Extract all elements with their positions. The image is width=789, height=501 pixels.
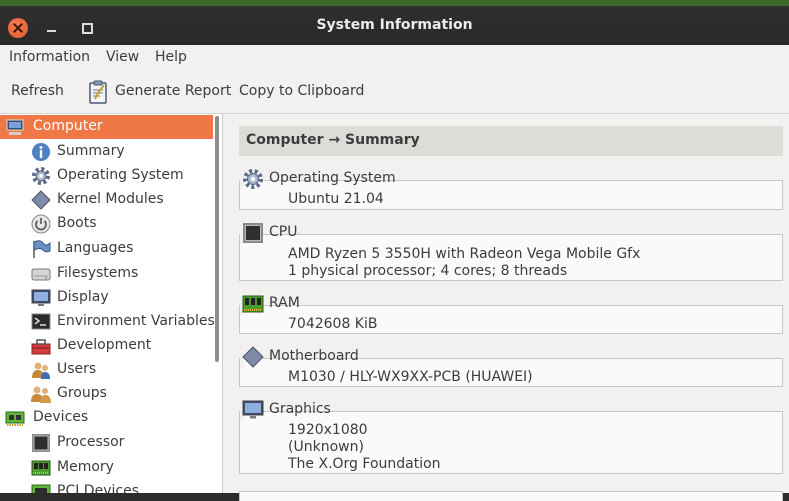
menu-help[interactable]: Help [155, 49, 187, 65]
sidebar-item-kernel-modules[interactable]: Kernel Modules [0, 188, 213, 212]
content-panel: Computer → Summary Operating System Ubun… [223, 114, 789, 501]
sidebar-item-groups[interactable]: Groups [0, 382, 213, 406]
sidebar-item-filesystems[interactable]: Filesystems [0, 262, 213, 286]
generate-report-button[interactable]: Generate Report [115, 83, 231, 99]
pci-icon [31, 484, 51, 493]
report-icon[interactable] [88, 80, 108, 104]
breadcrumb: Computer → Summary [239, 126, 783, 156]
window-titlebar: System Information [0, 0, 789, 45]
section-value: AMD Ryzen 5 3550H with Radeon Vega Mobil… [288, 246, 641, 262]
sidebar-item-label: Summary [57, 143, 125, 159]
toolbox-icon [31, 339, 51, 355]
monitor-icon [31, 289, 51, 306]
breadcrumb-text: Computer → Summary [246, 132, 420, 148]
sidebar-item-label: Users [57, 361, 97, 377]
sidebar-item-label: Processor [57, 434, 125, 450]
sidebar-item-pci-devices[interactable]: PCI Devices [0, 480, 213, 493]
users-icon [32, 362, 50, 379]
sidebar-item-label: Languages [57, 240, 134, 256]
sidebar-item-development[interactable]: Development [0, 334, 213, 358]
sidebar-item-summary[interactable]: Summary [0, 140, 213, 164]
computer-icon [6, 119, 24, 135]
section-value: 1 physical processor; 4 cores; 8 threads [288, 263, 568, 279]
flag-icon [33, 240, 51, 258]
sidebar-item-languages[interactable]: Languages [0, 237, 213, 261]
window-title: System Information [316, 17, 473, 33]
section-title: Graphics [269, 401, 331, 417]
sidebar-item-label: Filesystems [57, 265, 139, 281]
drive-icon [31, 268, 51, 281]
info-icon [32, 143, 50, 161]
menu-view[interactable]: View [106, 49, 139, 65]
sidebar-item-memory[interactable]: Memory [0, 456, 213, 480]
sidebar-item-label: Devices [33, 409, 89, 425]
sidebar-item-label: Kernel Modules [57, 191, 164, 207]
section-value: The X.Org Foundation [288, 456, 441, 472]
copy-to-clipboard-button[interactable]: Copy to Clipboard [239, 83, 364, 99]
monitor-icon [242, 400, 264, 419]
power-icon [31, 214, 51, 234]
section-title: CPU [269, 224, 298, 240]
chip-icon [32, 434, 50, 452]
sidebar-item-label: Memory [57, 459, 114, 475]
sidebar-item-label: Groups [57, 385, 107, 401]
terminal-icon [31, 313, 51, 330]
section-header-ram: RAM [240, 293, 300, 315]
sidebar-item-display[interactable]: Display [0, 286, 213, 310]
sidebar-item-label: Development [57, 337, 152, 353]
sidebar-item-operating-system[interactable]: Operating System [0, 164, 213, 188]
section-value: 1920x1080 [288, 422, 368, 438]
sidebar-item-processor[interactable]: Processor [0, 431, 213, 455]
sidebar-tree: Computer Summary Operating System Kernel… [0, 114, 223, 493]
sidebar-scrollbar[interactable] [215, 116, 219, 362]
sidebar-item-label: Display [57, 289, 109, 305]
menubar: Information View Help [0, 45, 789, 72]
sidebar-item-label: Operating System [57, 167, 184, 183]
section-value: M1030 / HLY-WX9XX-PCB (HUAWEI) [288, 369, 533, 385]
section-header-operating-system: Operating System [240, 168, 396, 190]
sidebar-item-label: Environment Variables [57, 313, 215, 329]
sidebar-item-users[interactable]: Users [0, 358, 213, 382]
section-header-cpu: CPU [240, 222, 297, 244]
diamond-icon [242, 346, 264, 368]
ram-icon [31, 460, 51, 476]
toolbar: Refresh Generate Report Copy to Clipboar… [0, 72, 789, 114]
section-title: Motherboard [269, 348, 359, 364]
section-header-motherboard: Motherboard [240, 346, 359, 368]
groups-icon [31, 386, 51, 403]
section-value: (Unknown) [288, 439, 364, 455]
diamond-icon [31, 190, 51, 210]
section-header-graphics: Graphics [240, 399, 331, 421]
chip-icon [243, 223, 263, 243]
refresh-button[interactable]: Refresh [11, 83, 64, 99]
sidebar-item-label: Computer [33, 118, 103, 134]
gear-icon [243, 169, 263, 189]
section-value: Ubuntu 21.04 [288, 191, 384, 207]
sidebar-item-boots[interactable]: Boots [0, 212, 213, 236]
sidebar-item-devices[interactable]: Devices [0, 406, 213, 430]
sidebar-item-environment-variables[interactable]: Environment Variables [0, 310, 215, 334]
sidebar-item-computer[interactable]: Computer [0, 115, 213, 139]
section-title: RAM [269, 295, 300, 311]
sidebar-item-label: PCI Devices [57, 483, 139, 493]
sidebar-item-label: Boots [57, 215, 97, 231]
gear-icon [32, 167, 50, 185]
circuit-board-icon [5, 411, 25, 426]
section-value: 7042608 KiB [288, 316, 378, 332]
ram-icon [242, 295, 264, 313]
menu-information[interactable]: Information [9, 49, 90, 65]
section-title: Operating System [269, 170, 396, 186]
